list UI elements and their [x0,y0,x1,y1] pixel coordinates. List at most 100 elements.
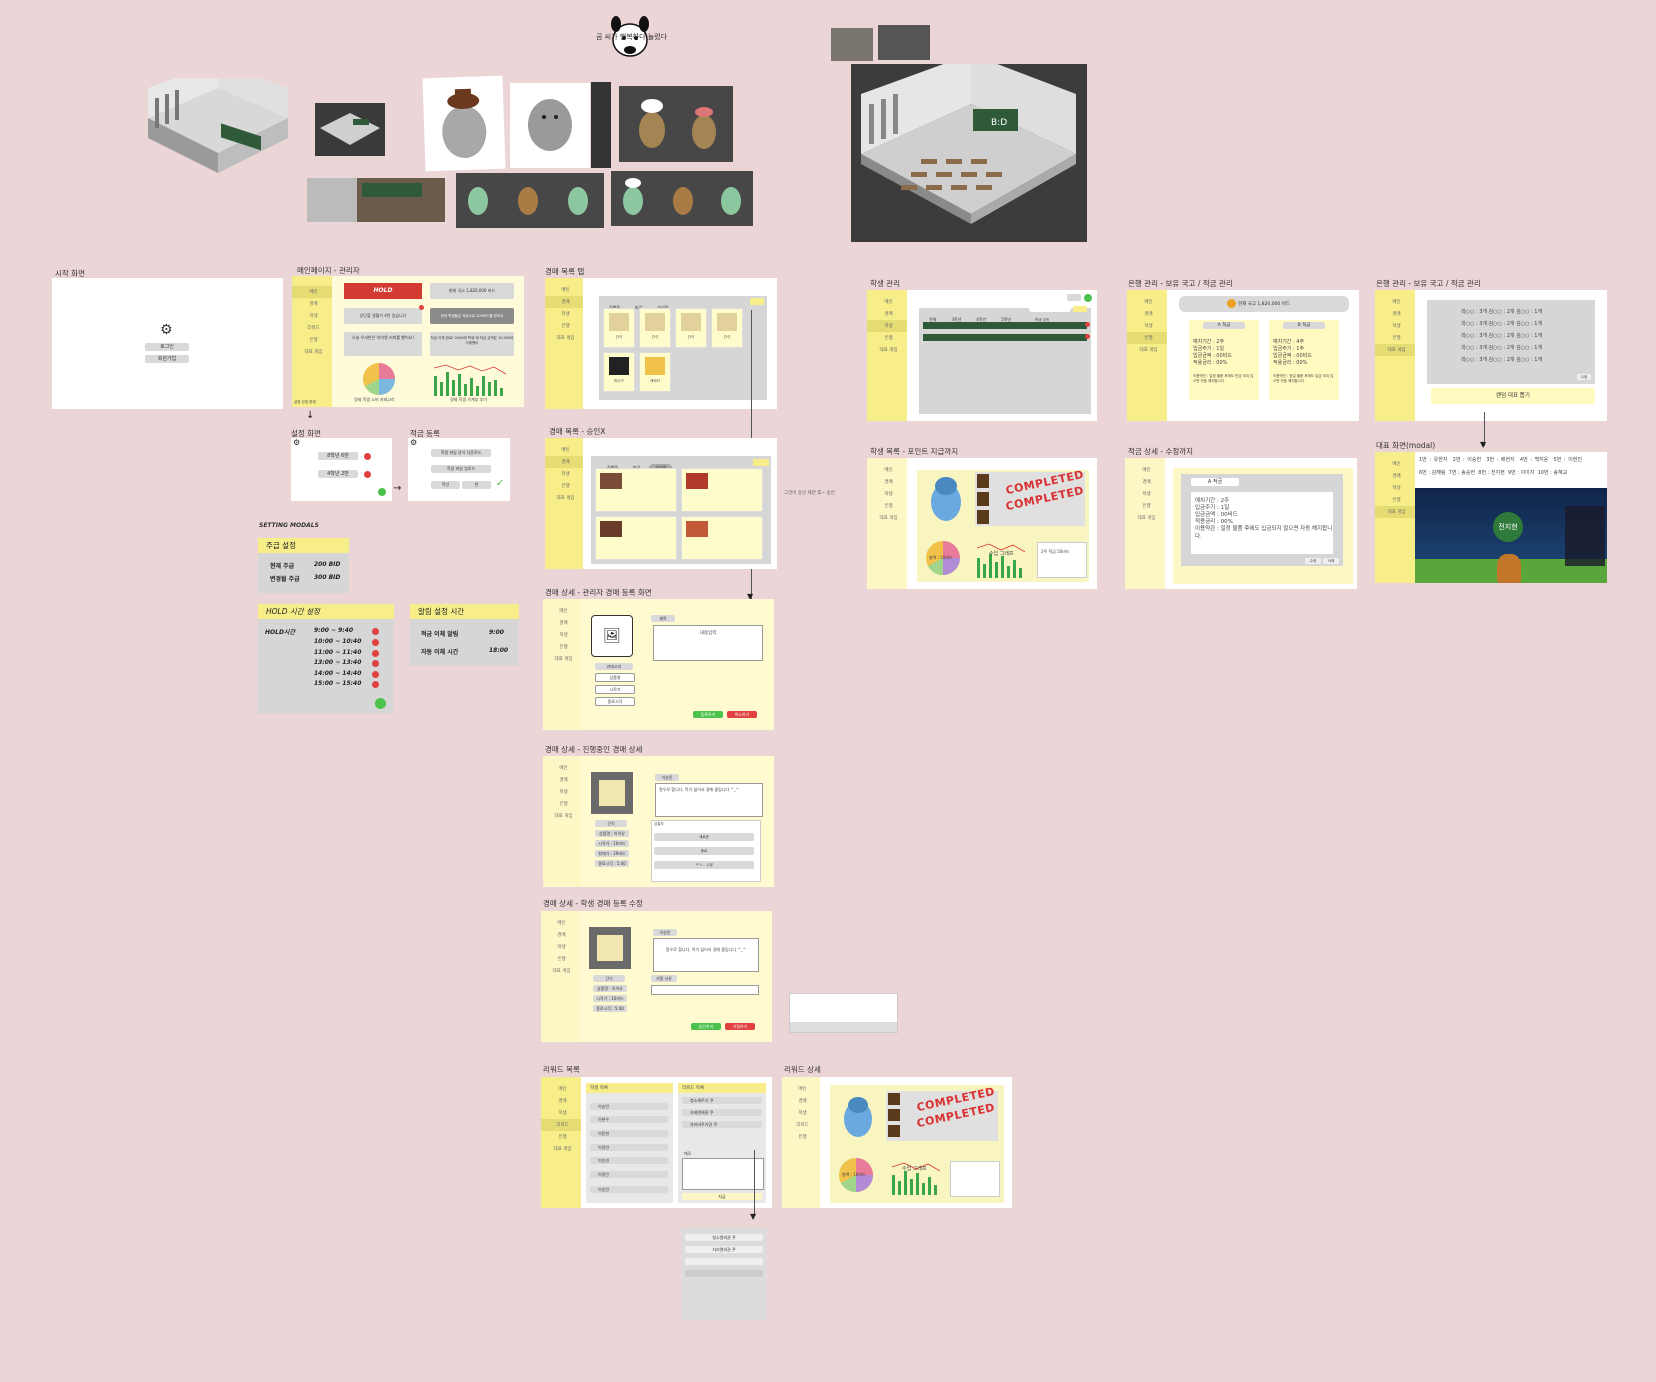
sidebar-item[interactable]: 학생 [867,320,907,332]
sidebar-item[interactable]: 대표 게임 [541,1143,581,1155]
sidebar-item[interactable]: 은행 [543,798,581,810]
sidebar-item[interactable]: 대표 게임 [545,492,583,504]
upload-file-button[interactable]: 학생 파일 업로드 [431,465,491,473]
savings-card-a[interactable]: A 적금 예치기간 : 2주 입금주기 : 1일 입금금액 : 00비드 적용금… [1189,320,1259,400]
sidebar-item[interactable]: 경매 [782,1095,820,1107]
sidebar-item[interactable]: 경매 [541,929,579,941]
sidebar-item-main[interactable]: 메인 [292,286,332,298]
auction-card-2[interactable]: 간식 [639,308,671,348]
class-row-1[interactable]: 8학년 6반 [318,452,358,460]
sidebar-item[interactable]: 학생 [541,941,579,953]
hold-button[interactable]: HOLD [344,283,422,299]
login-button[interactable]: 로그인 [145,343,189,351]
hold-time-4[interactable]: 13:00 ~ 13:40 [314,659,361,666]
hold-time-1[interactable]: 9:00 ~ 9:40 [314,627,353,634]
student-row-7[interactable]: 이승민 [590,1186,668,1193]
sidebar-item[interactable]: 경매 [1125,476,1165,488]
check-icon[interactable]: ✓ [496,478,504,489]
sidebar-item-auction[interactable]: 경매 [292,298,332,310]
sidebar-item[interactable]: 리워드 [782,1119,820,1131]
auction-card-3[interactable]: 간식 [675,308,707,348]
sidebar-item[interactable]: 메인 [541,1083,581,1095]
student-row-1[interactable]: 이승민 [590,1103,668,1110]
sidebar-item[interactable]: 대표 게임 [543,653,581,665]
grade-field[interactable]: 학년 [431,481,460,489]
sidebar-item[interactable]: 학생 [1125,488,1165,500]
sidebar-item[interactable]: 대표 게임 [867,344,907,356]
register-button[interactable]: 등록하기 [693,711,723,718]
sidebar-item[interactable]: 학생 [1127,320,1167,332]
hold-time-6[interactable]: 15:00 ~ 15:40 [314,680,361,687]
sidebar-item[interactable]: 대표 게임 [541,965,579,977]
remove-icon[interactable] [372,628,379,635]
signup-button[interactable]: 회원가입 [145,355,189,363]
sidebar-item[interactable]: 학생 [782,1107,820,1119]
student-row-4[interactable]: 이정연 [590,1144,668,1151]
sidebar-item[interactable]: 대표 게임 [543,810,581,822]
sidebar-item[interactable]: 경매 [1127,308,1167,320]
class-row-2[interactable]: 4학년 2반 [318,470,358,478]
edit-button[interactable]: 수정 [1305,558,1321,564]
student-row[interactable] [923,322,1087,329]
sidebar-item[interactable]: 은행 [1127,332,1167,344]
download-template-button[interactable]: 학생 파일 양식 다운로드 [431,449,491,457]
student-row[interactable] [923,334,1087,341]
auction-card-6[interactable]: 캐릭터 [639,352,671,392]
approve-card-1[interactable] [595,468,677,512]
sidebar-item[interactable]: 경매 [543,774,581,786]
sidebar-item[interactable]: 메인 [543,762,581,774]
sidebar-item[interactable]: 대표 게임 [1375,506,1415,518]
field-start-price[interactable]: 시작가 [595,685,635,694]
sidebar-item[interactable]: 메인 [1375,296,1415,308]
remove-icon[interactable] [372,660,379,667]
reward-row-1[interactable]: 청소해주기 쿠 [682,1097,762,1104]
reward-row-3[interactable]: 자리바꾸기권 쿠 [682,1121,762,1128]
sidebar-item[interactable]: 대표 게임 [1127,344,1167,356]
memo-input[interactable] [682,1158,764,1190]
sidebar-item-game[interactable]: 대표 게임 [292,346,332,358]
auction-card-5[interactable]: 마이구 [603,352,635,392]
sidebar-item-reward[interactable]: 리워드 [292,322,332,334]
sidebar-item[interactable]: 경매 [541,1095,581,1107]
remove-icon[interactable] [372,681,379,688]
sidebar-item[interactable]: 학생 [1375,482,1415,494]
alarm-value-2[interactable]: 18:00 [489,647,508,654]
sidebar-item-bank[interactable]: 은행 [292,334,332,346]
add-icon[interactable] [1084,294,1092,302]
sidebar-item[interactable]: 메인 [1127,296,1167,308]
sidebar-item[interactable]: 메인 [782,1083,820,1095]
remove-icon[interactable] [372,671,379,678]
edit-button[interactable]: 수정 [1577,374,1591,380]
gear-icon[interactable]: ⚙ [160,322,173,338]
sidebar-item[interactable]: 은행 [782,1131,820,1143]
class-field[interactable]: 반 [462,481,491,489]
reward-row-2[interactable]: 숙제면제권 쿠 [682,1109,762,1116]
sidebar-item[interactable]: 학생 [543,629,581,641]
approve-card-2[interactable] [681,468,763,512]
popup-row-1[interactable]: 청소열외권 쿠 [685,1234,763,1241]
sidebar-item[interactable]: 은행 [541,1131,581,1143]
sidebar-item[interactable]: 학생 [543,786,581,798]
sidebar-item[interactable]: 학생 [1375,320,1415,332]
popup-row-2[interactable]: 자리열외권 쿠 [685,1246,763,1253]
sidebar-item[interactable]: 경매 [545,296,583,308]
hold-time-2[interactable]: 10:00 ~ 10:40 [314,638,361,645]
remove-icon[interactable] [1085,322,1090,327]
sidebar-item[interactable]: 메인 [1375,458,1415,470]
sidebar-item[interactable]: 메인 [545,444,583,456]
hold-time-3[interactable]: 11:00 ~ 11:40 [314,649,361,656]
remove-icon[interactable] [372,650,379,657]
remove-icon[interactable] [1085,334,1090,339]
sidebar-item[interactable]: 경매 [545,456,583,468]
edit-button[interactable] [1067,294,1081,301]
sidebar-item[interactable]: 대표 게임 [867,512,907,524]
field-end-time[interactable]: 종료시각 [595,697,635,706]
description-input[interactable]: 내용입력 [653,625,763,661]
sidebar-item[interactable]: 은행 [867,332,907,344]
approve-card-4[interactable] [681,516,763,560]
sidebar-item[interactable]: 학생 [545,468,583,480]
sidebar-item[interactable]: 메인 [867,464,907,476]
sidebar-item[interactable]: 경매 [1375,308,1415,320]
hold-time-5[interactable]: 14:00 ~ 14:40 [314,670,361,677]
sidebar-item[interactable]: 경매 [543,617,581,629]
